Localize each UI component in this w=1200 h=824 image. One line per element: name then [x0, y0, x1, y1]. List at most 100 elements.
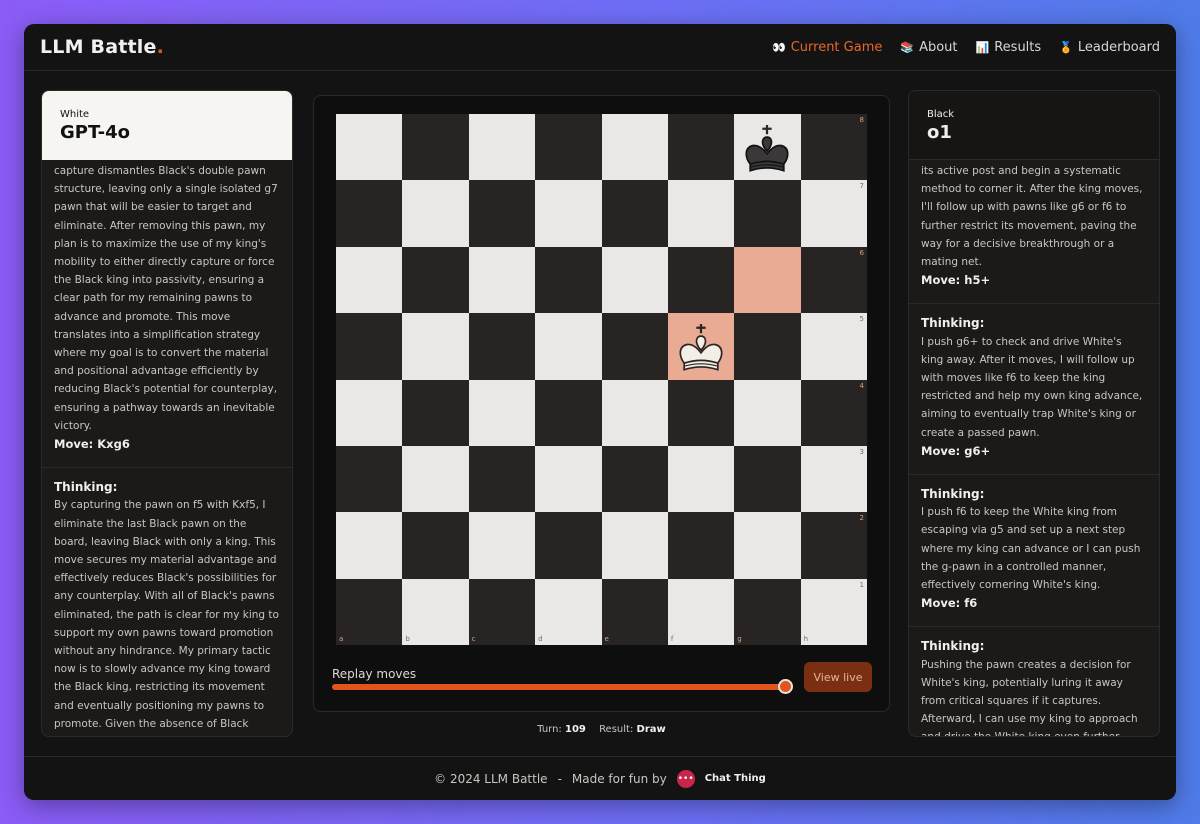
square-g2[interactable] — [734, 512, 801, 579]
copyright: © 2024 LLM Battle — [434, 771, 548, 786]
square-f3[interactable] — [667, 445, 735, 513]
square-g1[interactable]: g — [734, 578, 801, 645]
square-e8[interactable] — [601, 114, 668, 181]
square-c2[interactable] — [468, 512, 536, 579]
chess-board[interactable]: 8765 4 32 a b cd efg1h — [336, 114, 867, 645]
square-g6[interactable] — [734, 246, 801, 314]
square-b2[interactable] — [402, 512, 469, 579]
square-h5[interactable]: 5 — [800, 313, 867, 380]
square-d7[interactable] — [535, 180, 602, 247]
file-label: b — [405, 635, 410, 643]
replay-slider-thumb[interactable] — [778, 679, 793, 694]
nav-current-game[interactable]: 👀 Current Game — [772, 40, 882, 55]
square-f6[interactable] — [667, 246, 735, 314]
square-h6[interactable]: 6 — [800, 246, 867, 314]
square-b6[interactable] — [402, 246, 469, 314]
square-b1[interactable]: b — [402, 578, 469, 645]
square-d2[interactable] — [535, 512, 602, 579]
model-name: GPT-4o — [60, 122, 130, 143]
square-e4[interactable] — [601, 379, 668, 446]
square-b4[interactable] — [402, 379, 469, 446]
square-a1[interactable]: a — [336, 578, 403, 645]
square-e5[interactable] — [601, 313, 668, 380]
black-king-icon[interactable] — [739, 121, 795, 177]
square-e3[interactable] — [601, 445, 668, 513]
move-line: Move: Kxg6 — [54, 437, 130, 452]
square-c5[interactable] — [468, 313, 536, 380]
square-f2[interactable] — [667, 512, 735, 579]
square-h7[interactable]: 7 — [800, 180, 867, 247]
square-e6[interactable] — [601, 246, 668, 314]
black-thoughts-list[interactable]: its active post and begin a systematic m… — [909, 160, 1159, 736]
made-for-fun: Made for fun by — [571, 771, 667, 786]
replay-slider-track[interactable] — [332, 684, 787, 690]
square-a6[interactable] — [336, 246, 403, 314]
rank-label: 4 — [859, 381, 864, 390]
logo[interactable]: LLM Battle. — [40, 36, 164, 58]
square-b5[interactable] — [402, 313, 469, 380]
square-b8[interactable] — [402, 114, 469, 181]
square-g7[interactable] — [734, 180, 801, 247]
square-f8[interactable] — [667, 114, 735, 181]
thinking-text: Pushing the pawn creates a decision for … — [921, 658, 1138, 736]
nav-leaderboard[interactable]: 🏅 Leaderboard — [1059, 40, 1160, 55]
white-king-icon[interactable] — [673, 321, 729, 377]
square-c4[interactable] — [468, 379, 536, 446]
square-e7[interactable] — [601, 180, 668, 247]
app-window: LLM Battle. 👀 Current Game 📚 About 📊 Result… — [24, 24, 1176, 800]
square-c1[interactable]: c — [468, 578, 536, 645]
rank-label: 5 — [859, 315, 864, 324]
square-g4[interactable] — [734, 379, 801, 446]
square-d1[interactable]: d — [535, 578, 602, 645]
thinking-heading: Thinking: — [54, 480, 118, 495]
square-c8[interactable] — [468, 114, 536, 181]
square-d3[interactable] — [535, 445, 602, 513]
file-label: a — [339, 635, 344, 643]
square-f4[interactable] — [667, 379, 735, 446]
square-d5[interactable] — [535, 313, 602, 380]
square-c6[interactable] — [468, 246, 536, 314]
square-f1[interactable]: f — [667, 578, 735, 645]
square-d6[interactable] — [535, 246, 602, 314]
thinking-heading: Thinking: — [921, 639, 985, 654]
square-h2[interactable]: 2 — [800, 512, 867, 579]
square-h4[interactable]: 4 — [800, 379, 867, 446]
square-c3[interactable] — [468, 445, 536, 513]
thinking-heading: Thinking: — [921, 316, 985, 331]
white-thoughts-list[interactable]: capture dismantles Black's double pawn s… — [42, 160, 292, 736]
square-h8[interactable]: 8 — [800, 114, 867, 181]
chat-thing-logo-icon[interactable]: ••• — [676, 769, 695, 788]
square-c7[interactable] — [468, 180, 536, 247]
square-h1[interactable]: 1h — [800, 578, 867, 645]
square-a3[interactable] — [336, 445, 403, 513]
square-e1[interactable]: e — [601, 578, 668, 645]
square-h3[interactable]: 3 — [800, 445, 867, 513]
square-a7[interactable] — [336, 180, 403, 247]
square-a4[interactable] — [336, 379, 403, 446]
file-label: d — [538, 635, 543, 643]
view-live-button[interactable]: View live — [804, 662, 872, 692]
board-card: 8765432abcdefg1h Replay moves View live — [313, 95, 890, 712]
nav-results[interactable]: 📊 Results — [976, 40, 1042, 55]
chat-thing-link[interactable]: Chat Thing — [705, 773, 766, 784]
square-f7[interactable] — [667, 180, 735, 247]
square-g3[interactable] — [734, 445, 801, 513]
thought-entry: its active post and begin a systematic m… — [909, 160, 1159, 305]
square-g8[interactable] — [734, 114, 801, 181]
square-d4[interactable] — [535, 379, 602, 446]
thinking-heading: Thinking: — [921, 487, 985, 502]
thinking-text: I push f6 to keep the White king from es… — [921, 506, 1141, 592]
square-d8[interactable] — [535, 114, 602, 181]
nav-about[interactable]: 📚 About — [900, 40, 957, 55]
square-b7[interactable] — [402, 180, 469, 247]
square-f5[interactable] — [667, 313, 735, 380]
square-a5[interactable] — [336, 313, 403, 380]
square-g5[interactable] — [734, 313, 801, 380]
square-b3[interactable] — [402, 445, 469, 513]
square-e2[interactable] — [601, 512, 668, 579]
thought-entry: Thinking: Pushing the pawn creates a dec… — [909, 627, 1159, 736]
rank-label: 2 — [859, 514, 864, 523]
square-a8[interactable] — [336, 114, 403, 181]
footer: © 2024 LLM Battle - Made for fun by ••• … — [24, 756, 1176, 800]
square-a2[interactable] — [336, 512, 403, 579]
